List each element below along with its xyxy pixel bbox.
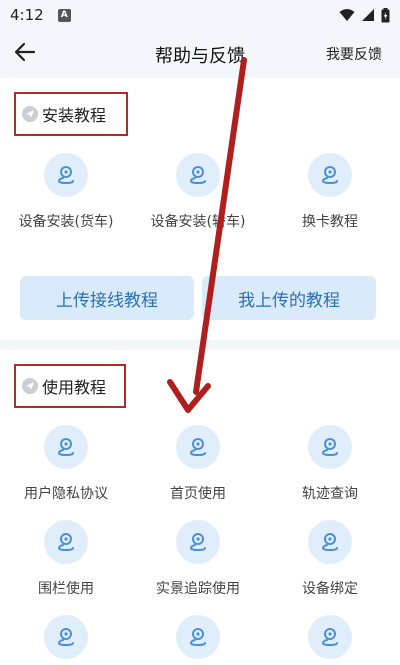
arrow-left-icon [14,42,36,62]
usage-item[interactable] [270,615,390,659]
usage-item-device-binding[interactable]: 设备绑定 [270,520,390,598]
location-pin-route-icon [176,520,220,564]
send-icon [22,106,38,122]
install-tutorial-section: 安装教程 设备安装(货车) 设备安装(轿车) 换卡教程 上传接线教程 我上传的教… [0,78,400,340]
back-button[interactable] [12,40,38,64]
usage-tutorial-section: 使用教程 用户隐私协议 首页使用 轨迹查询 围栏使用 实景追踪使用 设备绑定 [0,350,400,665]
battery-icon [381,7,390,22]
item-label: 实景追踪使用 [156,581,240,597]
usage-item-track-query[interactable]: 轨迹查询 [270,425,390,503]
item-label: 设备安装(货车) [18,214,114,230]
wifi-icon [339,9,355,21]
usage-item-fence[interactable]: 围栏使用 [6,520,126,598]
item-label: 围栏使用 [38,581,94,597]
app-header: 帮助与反馈 我要反馈 [0,30,400,74]
usage-item-home[interactable]: 首页使用 [138,425,258,503]
location-pin-route-icon [44,520,88,564]
item-label: 设备安装(轿车) [150,214,246,230]
location-pin-route-icon [308,615,352,659]
location-pin-route-icon [308,425,352,469]
my-uploaded-tutorials-button[interactable]: 我上传的教程 [202,276,376,320]
item-label: 换卡教程 [302,214,358,230]
install-item-truck[interactable]: 设备安装(货车) [6,153,126,231]
status-bar: 4:12 A [0,0,400,30]
usage-item[interactable] [138,615,258,659]
send-icon [22,378,38,394]
usage-item-privacy[interactable]: 用户隐私协议 [6,425,126,503]
status-icons [339,7,390,23]
location-pin-route-icon [308,153,352,197]
location-pin-route-icon [176,615,220,659]
section-title: 使用教程 [42,378,107,397]
location-pin-route-icon [44,425,88,469]
location-pin-route-icon [44,153,88,197]
location-pin-route-icon [176,153,220,197]
location-pin-route-icon [176,425,220,469]
feedback-button[interactable]: 我要反馈 [326,44,382,64]
usage-item[interactable] [6,615,126,659]
install-item-card-swap[interactable]: 换卡教程 [270,153,390,231]
item-label: 首页使用 [170,486,226,502]
item-label: 设备绑定 [302,581,358,597]
usage-section-header: 使用教程 [14,364,126,408]
install-item-car[interactable]: 设备安装(轿车) [138,153,258,231]
usage-item-live-tracking[interactable]: 实景追踪使用 [138,520,258,598]
section-title: 安装教程 [42,106,107,125]
item-label: 用户隐私协议 [24,486,108,502]
location-pin-route-icon [44,615,88,659]
notification-icon: A [57,8,71,22]
signal-icon [362,9,374,21]
install-section-header: 安装教程 [14,92,128,136]
location-pin-route-icon [308,520,352,564]
item-label: 轨迹查询 [302,486,358,502]
upload-wiring-tutorial-button[interactable]: 上传接线教程 [20,276,194,320]
status-time: 4:12 [10,6,44,24]
